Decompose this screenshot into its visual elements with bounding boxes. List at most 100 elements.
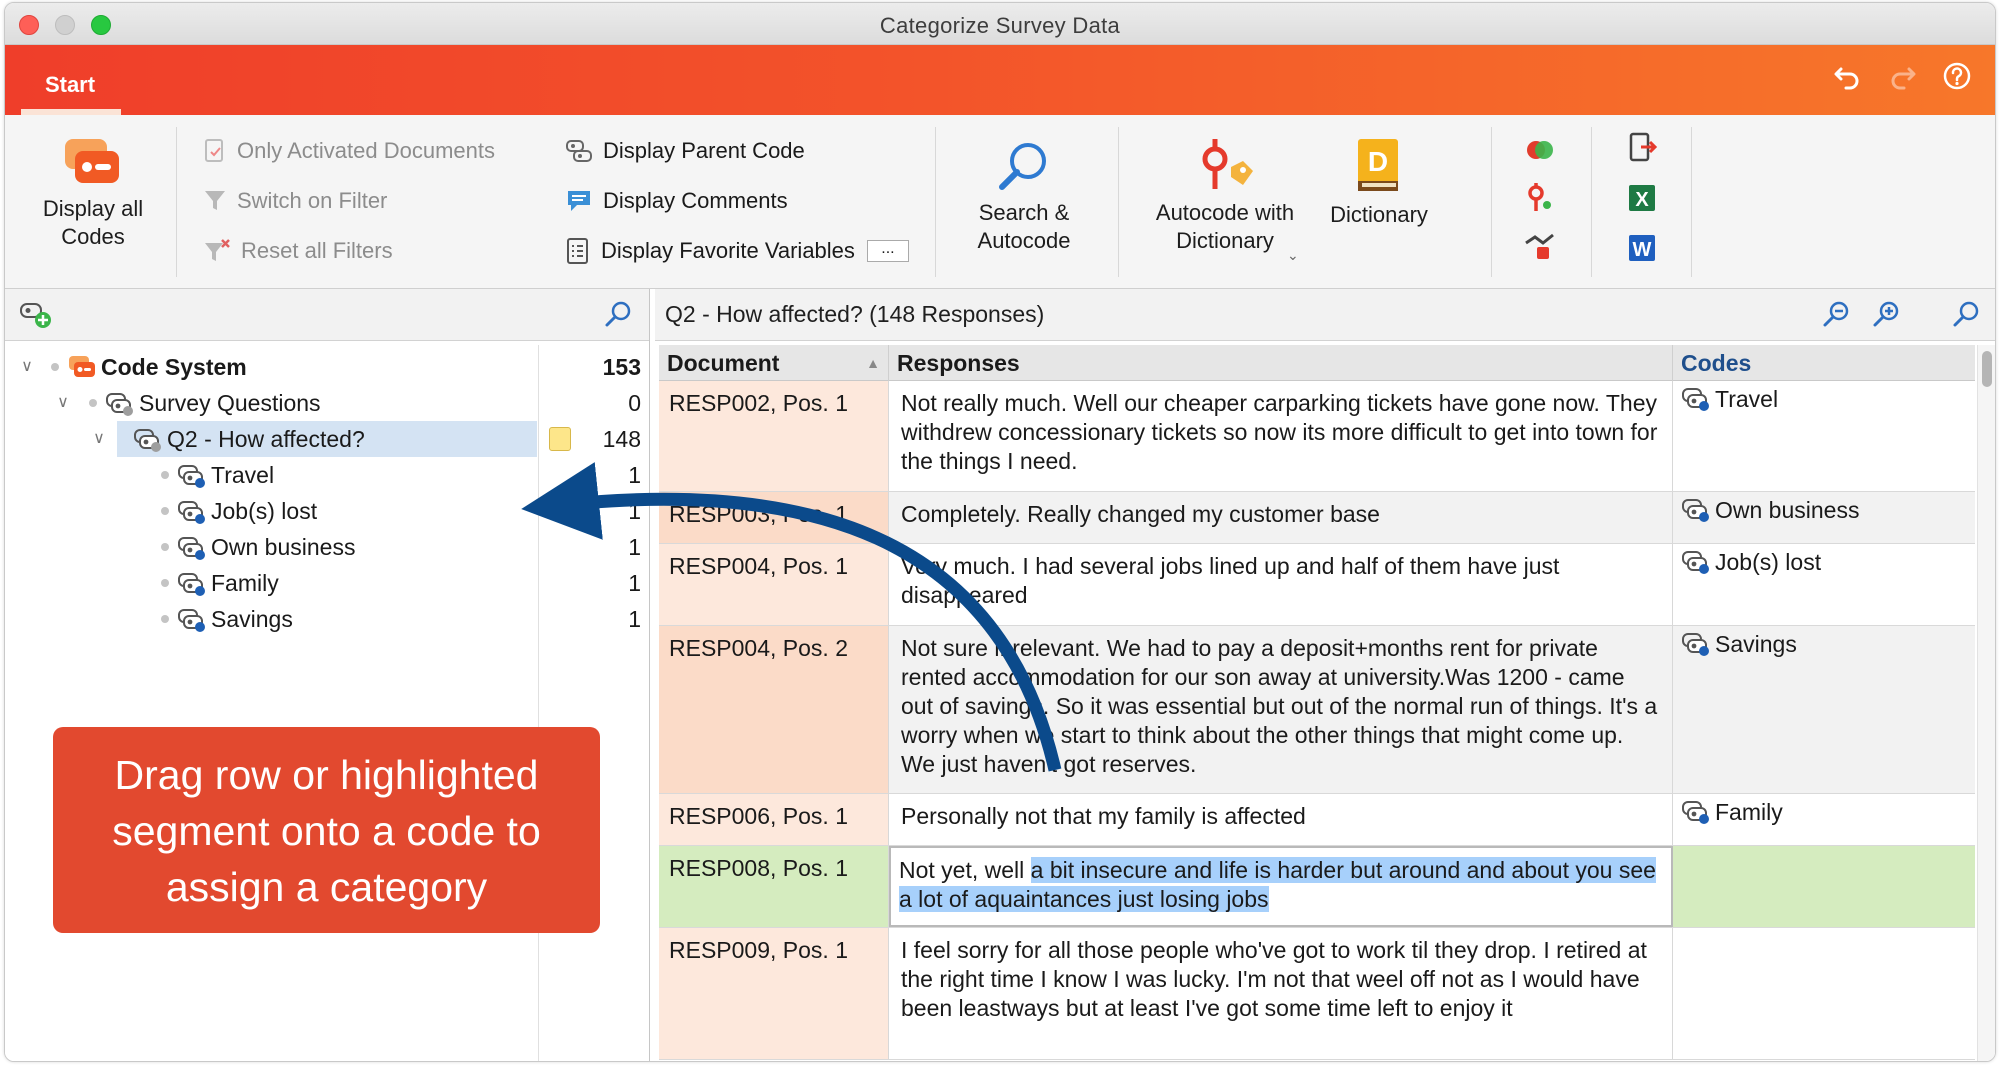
table-row[interactable]: RESP004, Pos. 1 Very much. I had several… xyxy=(659,544,1975,626)
display-all-codes-button[interactable]: Display all Codes xyxy=(23,137,163,251)
color-codes-icon[interactable] xyxy=(1523,133,1557,167)
tree-item-count: 1 xyxy=(628,606,641,632)
codes-cell[interactable]: Job(s) lost xyxy=(1673,544,1975,625)
assigned-code-label: Own business xyxy=(1715,497,1860,523)
search-autocode-button[interactable]: Search & Autocode xyxy=(945,139,1103,255)
svg-text:W: W xyxy=(1633,239,1652,261)
app-window: Categorize Survey Data Start Display all… xyxy=(4,2,1996,1062)
help-icon[interactable] xyxy=(1941,61,1973,93)
codes-cell[interactable]: Travel xyxy=(1673,381,1975,491)
vertical-scrollbar[interactable] xyxy=(1977,345,1995,1061)
chevron-down-icon[interactable]: ⌄ xyxy=(1287,247,1299,264)
table-row[interactable]: RESP003, Pos. 1 Completely. Really chang… xyxy=(659,492,1975,544)
response-cell[interactable]: Not sure if relevant. We had to pay a de… xyxy=(889,626,1673,793)
column-header-codes[interactable]: Codes xyxy=(1673,345,1975,381)
filter-icon xyxy=(205,191,225,210)
window-title: Categorize Survey Data xyxy=(879,13,1121,38)
table-row-selected[interactable]: RESP008, Pos. 1 Not yet, well a bit inse… xyxy=(659,846,1975,928)
chevron-down-icon[interactable]: ∨ xyxy=(17,349,37,385)
title-bar: Categorize Survey Data xyxy=(5,3,1995,45)
export-icon[interactable] xyxy=(1625,131,1659,165)
tree-item-code[interactable]: Savings 1 xyxy=(5,601,649,637)
remove-code-icon[interactable] xyxy=(1523,229,1557,263)
tree-item-code[interactable]: Job(s) lost 1 xyxy=(5,493,649,529)
code-icon xyxy=(178,465,205,488)
callout-line: Drag row or highlighted xyxy=(114,752,539,798)
codes-cell[interactable] xyxy=(1673,928,1975,1059)
zoom-in-icon[interactable] xyxy=(1871,299,1903,331)
table-row[interactable]: RESP004, Pos. 2 Not sure if relevant. We… xyxy=(659,626,1975,794)
tree-item-count: 148 xyxy=(602,426,641,452)
tree-dot xyxy=(89,399,97,407)
scrollbar-thumb[interactable] xyxy=(1982,351,1992,387)
response-cell-editing[interactable]: Not yet, well a bit insecure and life is… xyxy=(889,846,1673,927)
code-icon xyxy=(178,501,205,524)
column-header-responses[interactable]: Responses xyxy=(889,345,1673,381)
tree-item-code[interactable]: Own business 1 xyxy=(5,529,649,565)
tree-dot xyxy=(161,615,169,623)
document-cell: RESP002, Pos. 1 xyxy=(659,381,889,491)
sort-ascending-icon: ▲ xyxy=(866,355,880,371)
new-code-icon[interactable] xyxy=(19,300,53,335)
tree-item-q2[interactable]: ∨ Q2 - How affected? 148 xyxy=(5,421,649,457)
tree-item-count: 0 xyxy=(628,390,641,416)
code-system-toolbar xyxy=(5,289,649,341)
tree-item-count: 1 xyxy=(628,534,641,560)
autocode-with-dictionary-button[interactable]: Autocode with Dictionary xyxy=(1139,137,1311,255)
grid-header: Document ▲ Responses Codes xyxy=(659,345,1975,381)
tree-item-code[interactable]: Travel 1 xyxy=(5,457,649,493)
tree-dot xyxy=(161,543,169,551)
response-cell[interactable]: Completely. Really changed my customer b… xyxy=(889,492,1673,543)
code-icon xyxy=(1682,499,1709,522)
document-cell: RESP004, Pos. 1 xyxy=(659,544,889,625)
codes-cell[interactable]: Own business xyxy=(1673,492,1975,543)
chevron-down-icon[interactable]: ∨ xyxy=(53,385,73,421)
response-cell[interactable]: Very much. I had several jobs lined up a… xyxy=(889,544,1673,625)
search-icon[interactable] xyxy=(603,299,633,334)
assigned-code-label: Job(s) lost xyxy=(1715,549,1822,575)
response-cell[interactable]: Not really much. Well our cheaper carpar… xyxy=(889,381,1673,491)
tree-item-label: Survey Questions xyxy=(139,390,321,416)
ribbon-separator xyxy=(1491,127,1492,277)
favorite-variables-more-button[interactable]: ... xyxy=(866,240,909,262)
response-cell[interactable]: Personally not that my family is affecte… xyxy=(889,794,1673,845)
tree-item-label: Savings xyxy=(211,606,293,632)
display-favorite-variables-button[interactable]: Display Favorite Variables ... xyxy=(565,233,909,269)
codes-cell[interactable] xyxy=(1673,846,1975,927)
ribbon-tab-bar: Start xyxy=(5,45,1995,115)
table-row[interactable]: RESP002, Pos. 1 Not really much. Well ou… xyxy=(659,381,1975,492)
table-row[interactable]: RESP009, Pos. 1 I feel sorry for all tho… xyxy=(659,928,1975,1060)
document-cell: RESP004, Pos. 2 xyxy=(659,626,889,793)
search-icon[interactable] xyxy=(1951,299,1983,331)
only-activated-documents-button[interactable]: Only Activated Documents xyxy=(203,133,495,169)
tree-item-code-system[interactable]: ∨ Code System 153 xyxy=(5,349,649,385)
codes-cell[interactable]: Family xyxy=(1673,794,1975,845)
ribbon-separator xyxy=(1118,127,1119,277)
chevron-down-icon[interactable]: ∨ xyxy=(89,421,109,457)
codes-cell[interactable]: Savings xyxy=(1673,626,1975,793)
excel-icon[interactable]: X xyxy=(1625,181,1659,215)
document-cell: RESP003, Pos. 1 xyxy=(659,492,889,543)
ribbon-separator xyxy=(935,127,936,277)
callout-line: assign a category xyxy=(165,864,488,910)
code-system-pane: ∨ Code System 153 ∨ Survey Questions 0 ∨ xyxy=(5,289,650,1061)
dictionary-button[interactable]: D Dictionary xyxy=(1317,137,1441,229)
display-comments-button[interactable]: Display Comments xyxy=(565,183,788,219)
undo-icon[interactable] xyxy=(1831,61,1863,93)
redo-icon[interactable] xyxy=(1887,61,1919,93)
code-with-color-icon[interactable] xyxy=(1523,181,1557,215)
tree-item-code[interactable]: Family 1 xyxy=(5,565,649,601)
reset-all-filters-button[interactable]: Reset all Filters xyxy=(203,233,393,269)
tree-item-count: 1 xyxy=(628,498,641,524)
zoom-out-icon[interactable] xyxy=(1821,299,1853,331)
tree-item-survey-questions[interactable]: ∨ Survey Questions 0 xyxy=(5,385,649,421)
column-header-document[interactable]: Document ▲ xyxy=(659,345,889,381)
tab-start[interactable]: Start xyxy=(11,63,129,115)
display-parent-code-button[interactable]: Display Parent Code xyxy=(565,133,805,169)
table-row[interactable]: RESP006, Pos. 1 Personally not that my f… xyxy=(659,794,1975,846)
tree-item-label: Job(s) lost xyxy=(211,498,318,524)
word-icon[interactable]: W xyxy=(1625,231,1659,265)
switch-on-filter-button[interactable]: Switch on Filter xyxy=(203,183,387,219)
code-icon xyxy=(178,573,205,596)
response-cell[interactable]: I feel sorry for all those people who've… xyxy=(889,928,1673,1059)
